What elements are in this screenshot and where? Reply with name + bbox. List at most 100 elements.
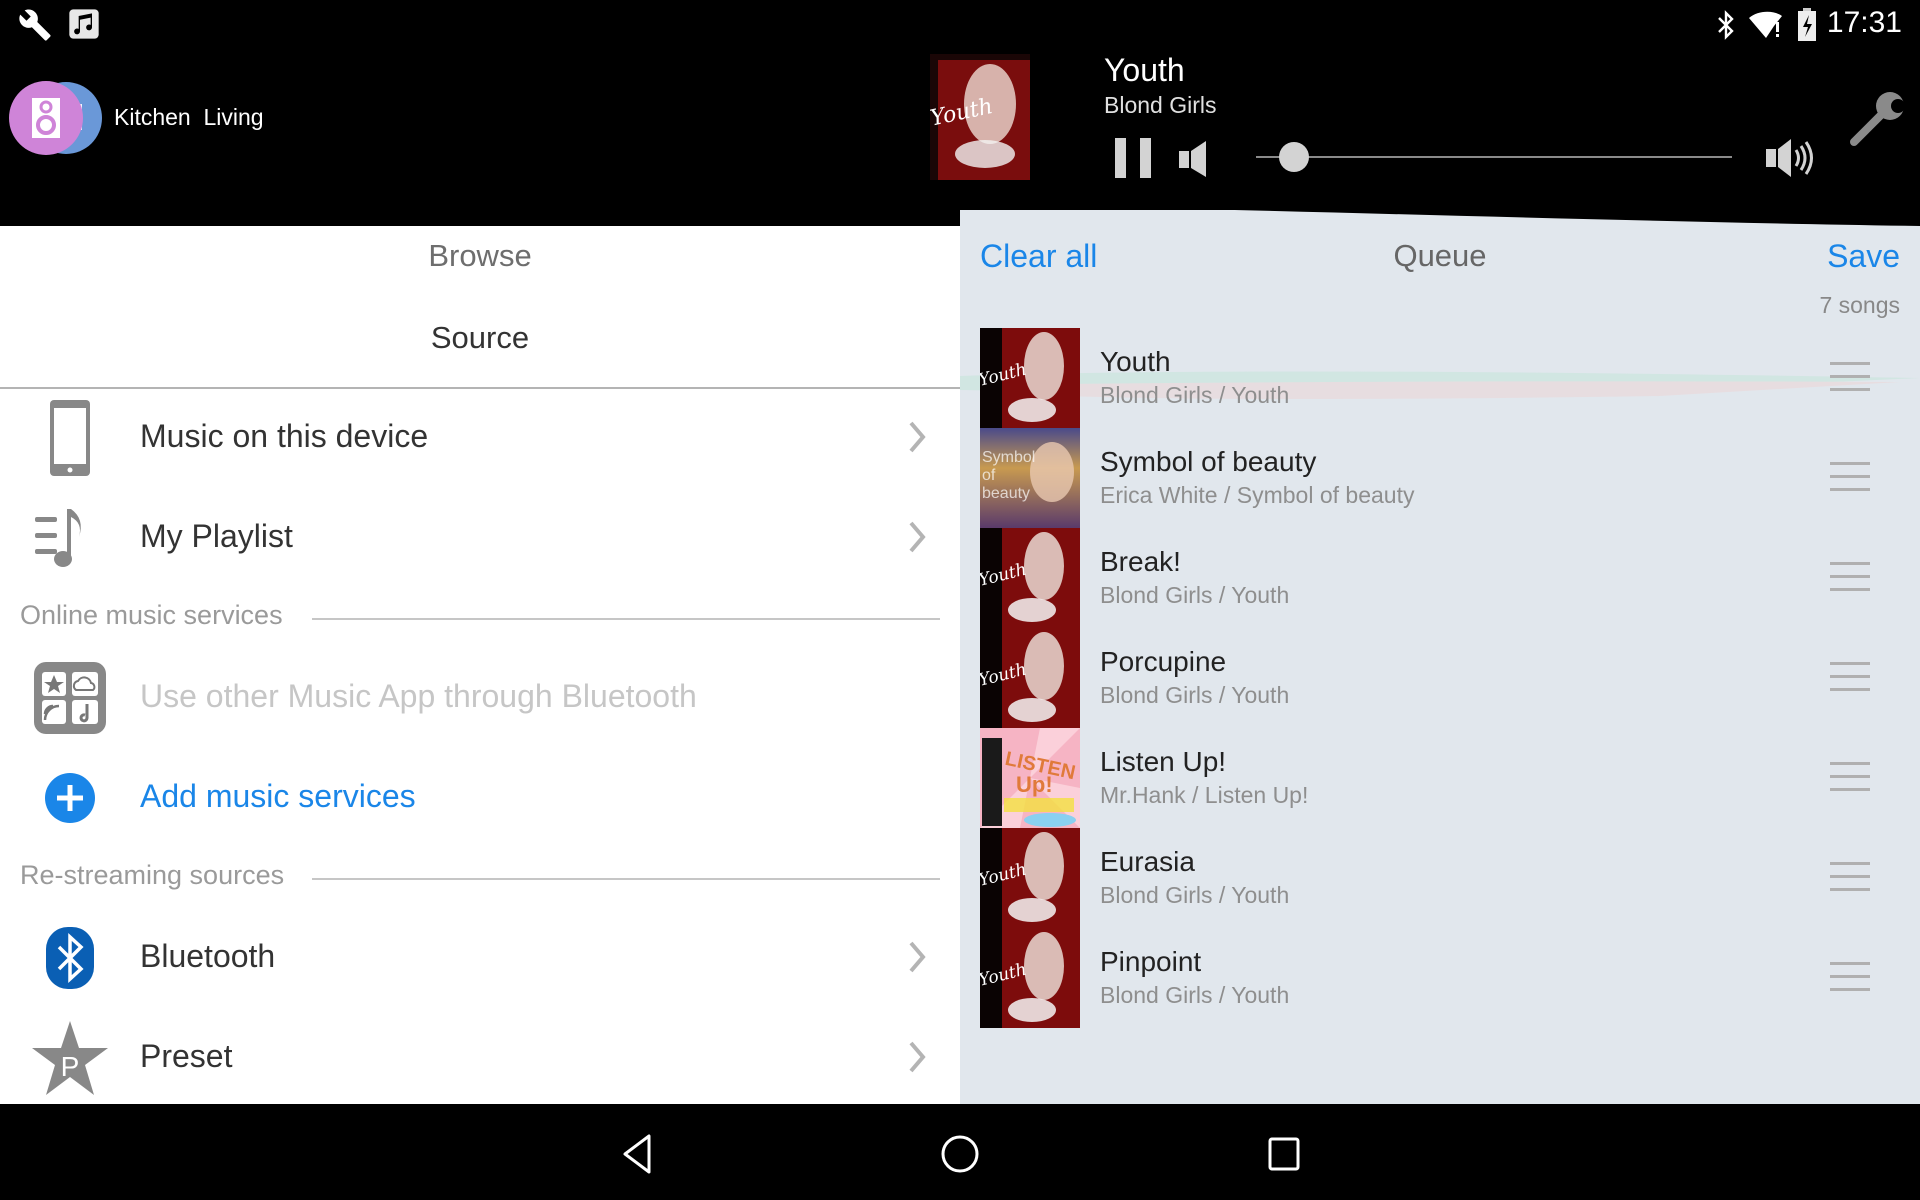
section-divider	[312, 878, 940, 880]
svg-text:Symbol: Symbol	[982, 449, 1035, 466]
album-art-listen-up: LISTENUp!	[980, 728, 1080, 828]
drag-handle-icon[interactable]	[1830, 662, 1870, 692]
wrench-icon	[1850, 92, 1908, 146]
queue-item-thumbnail: LISTEN Up!	[980, 728, 1080, 828]
queue-item-thumbnail: Youth	[980, 328, 1080, 428]
source-item-music-on-device[interactable]: Music on this device	[0, 390, 960, 486]
battery-charging-icon	[1798, 8, 1816, 41]
queue-item[interactable]: Symbol of beauty Symbol of beauty Erica Whit…	[980, 428, 1900, 528]
queue-item-subtitle: Blond Girls / Youth	[1100, 682, 1290, 708]
section-header-online-services: Online music services	[20, 600, 940, 640]
queue-item[interactable]: Youth Eurasia Blond Girls / Youth	[980, 828, 1900, 928]
svg-text:beauty: beauty	[982, 485, 1030, 502]
drag-handle-icon[interactable]	[1830, 362, 1870, 392]
queue-item[interactable]: Youth Youth Blond Girls / Youth	[980, 328, 1900, 428]
phone-icon	[50, 400, 90, 476]
queue-item-title: Break!	[1100, 546, 1181, 577]
queue-item-title: Listen Up!	[1100, 746, 1227, 777]
section-title: Re-streaming sources	[20, 860, 285, 890]
album-art-youth: Youth	[980, 628, 1080, 728]
playlist-icon	[35, 509, 81, 567]
source-label: My Playlist	[140, 518, 293, 554]
queue-title: Queue	[1393, 238, 1487, 273]
drag-handle-icon[interactable]	[1830, 962, 1870, 992]
queue-item[interactable]: Youth Pinpoint Blond Girls / Youth	[980, 928, 1900, 1028]
queue-item-thumbnail: Youth	[980, 528, 1080, 628]
add-music-services-button[interactable]: Add music services	[0, 750, 960, 846]
source-label: Preset	[140, 1038, 233, 1074]
bluetooth-icon	[46, 927, 94, 989]
source-label: Add music services	[140, 778, 416, 814]
song-count: 7 songs	[1819, 292, 1900, 318]
back-button[interactable]	[611, 1126, 667, 1182]
recents-button[interactable]	[1256, 1126, 1312, 1182]
album-art-youth: Youth	[980, 528, 1080, 628]
mute-button[interactable]	[1178, 139, 1208, 179]
queue-item-thumbnail: Youth	[980, 928, 1080, 1028]
queue-item-thumbnail: Symbol of beauty	[980, 428, 1080, 528]
drag-handle-icon[interactable]	[1830, 562, 1870, 592]
room-selector[interactable]	[8, 80, 104, 156]
drag-handle-icon[interactable]	[1830, 462, 1870, 492]
queue-item-subtitle: Blond Girls / Youth	[1100, 982, 1290, 1008]
svg-text:Up!: Up!	[1016, 772, 1053, 797]
source-item-my-playlist[interactable]: My Playlist	[0, 490, 960, 586]
speaker-mute-icon	[1179, 141, 1206, 177]
source-item-other-music-app: Use other Music App through Bluetooth	[0, 650, 960, 746]
svg-text:P: P	[61, 1051, 80, 1082]
album-art-symbol-of-beauty: Symbolofbeauty	[980, 428, 1080, 528]
drag-handle-icon[interactable]	[1830, 762, 1870, 792]
queue-item-title: Eurasia	[1100, 846, 1195, 877]
music-apps-icon	[34, 662, 106, 734]
queue-item[interactable]: Youth Porcupine Blond Girls / Youth	[980, 628, 1900, 728]
wrench-icon	[19, 9, 51, 41]
back-icon	[623, 1134, 651, 1174]
queue-item-subtitle: Erica White / Symbol of beauty	[1100, 482, 1415, 508]
preset-star-icon: P	[32, 1021, 108, 1095]
browse-title: Browse	[428, 238, 532, 273]
chevron-right-icon	[909, 941, 926, 973]
now-playing-album-art[interactable]: Youth	[928, 54, 1030, 188]
queue-item-title: Symbol of beauty	[1100, 446, 1317, 477]
drag-handle-icon[interactable]	[1830, 862, 1870, 892]
section-header-restreaming: Re-streaming sources	[20, 860, 940, 900]
album-art-youth: Youth	[980, 828, 1080, 928]
clock: 17:31	[1826, 6, 1902, 39]
queue-item-thumbnail: Youth	[980, 828, 1080, 928]
queue-item-title: Youth	[1100, 346, 1171, 377]
queue-item[interactable]: LISTEN Up! Listen Up! Mr.Hank / Listen Up!	[980, 728, 1900, 828]
add-circle-icon	[45, 773, 95, 823]
section-title: Online music services	[20, 600, 283, 630]
music-note-icon	[69, 9, 99, 39]
volume-slider[interactable]	[1256, 142, 1732, 172]
divider	[0, 387, 960, 389]
now-playing-artist: Blond Girls	[1104, 92, 1217, 118]
queue-item-title: Porcupine	[1100, 646, 1227, 677]
home-icon	[941, 1135, 979, 1173]
bluetooth-icon	[1718, 10, 1734, 40]
room-names[interactable]: Kitchen Living	[114, 104, 264, 131]
save-queue-button[interactable]: Save	[1827, 238, 1900, 275]
source-label: Use other Music App through Bluetooth	[140, 678, 697, 714]
recents-icon	[1268, 1137, 1300, 1171]
album-art-youth: Youth	[980, 928, 1080, 1028]
now-playing-title: Youth	[1104, 52, 1185, 88]
queue-item-thumbnail: Youth	[980, 628, 1080, 728]
volume-knob[interactable]	[1279, 142, 1310, 172]
home-button[interactable]	[932, 1126, 988, 1182]
pause-icon	[1115, 138, 1151, 178]
wifi-alert-icon	[1749, 11, 1782, 39]
pause-button[interactable]	[1113, 138, 1153, 178]
speaker-group-icon	[9, 81, 102, 155]
settings-button[interactable]	[1846, 90, 1908, 150]
source-item-bluetooth[interactable]: Bluetooth	[0, 910, 960, 1006]
source-item-preset[interactable]: P Preset	[0, 1010, 960, 1106]
speaker-loud-icon	[1766, 139, 1813, 177]
queue-item-subtitle: Mr.Hank / Listen Up!	[1100, 782, 1309, 808]
queue-item[interactable]: Youth Break! Blond Girls / Youth	[980, 528, 1900, 628]
queue-item-title: Pinpoint	[1100, 946, 1202, 977]
volume-max-button[interactable]	[1764, 136, 1816, 180]
volume-track[interactable]	[1256, 156, 1732, 158]
chevron-right-icon	[909, 521, 926, 553]
album-art-youth: Youth	[980, 328, 1080, 428]
